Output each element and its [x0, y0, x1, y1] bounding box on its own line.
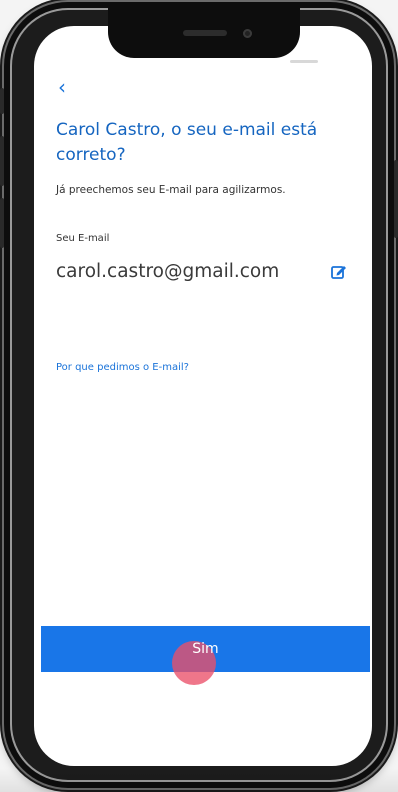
- volume-up-button: [0, 136, 4, 186]
- mute-switch: [0, 88, 4, 114]
- power-button: [394, 160, 398, 238]
- status-bar-indicator: [290, 60, 318, 63]
- stage: ‹ Carol Castro, o seu e-mail está corret…: [0, 0, 398, 792]
- edit-icon[interactable]: [330, 263, 348, 281]
- volume-down-button: [0, 198, 4, 248]
- why-email-link[interactable]: Por que pedimos o E-mail?: [56, 361, 189, 375]
- speaker-grille: [183, 30, 227, 36]
- back-button[interactable]: ‹: [58, 76, 78, 98]
- front-camera: [243, 29, 252, 38]
- confirm-button[interactable]: Sim: [41, 626, 370, 672]
- edit-icon-graphic: [331, 266, 346, 279]
- floor-shadow: [0, 768, 398, 792]
- email-value: carol.castro@gmail.com: [56, 261, 280, 282]
- confirm-button-label: Sim: [192, 641, 219, 657]
- email-label: Seu E-mail: [56, 233, 110, 244]
- page-title: Carol Castro, o seu e-mail está correto?: [56, 120, 318, 165]
- page-subtitle: Já preechemos seu E-mail para agilizarmo…: [56, 184, 286, 196]
